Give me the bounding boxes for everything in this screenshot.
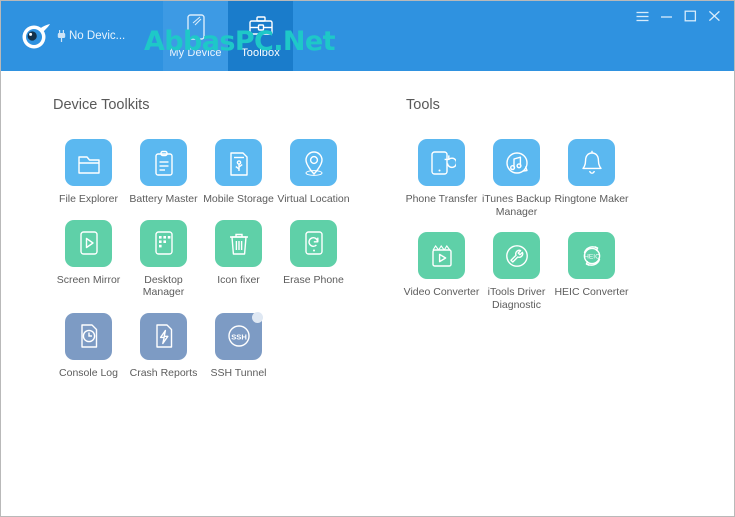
tool-tile-file-explorer[interactable]: File Explorer	[51, 139, 126, 206]
tool-tile-heic-converter[interactable]: HEIC HEIC Converter	[554, 232, 629, 311]
bell-icon	[568, 139, 615, 186]
status-badge	[252, 311, 263, 323]
tool-tile-label: iTools Driver Diagnostic	[487, 286, 546, 311]
clapperboard-icon	[418, 232, 465, 279]
svg-text:HEIC: HEIC	[584, 253, 600, 260]
ssh-circle-icon: SSH	[215, 311, 263, 360]
itools-comet-logo	[19, 21, 55, 51]
tool-tile-label: Desktop Manager	[142, 273, 185, 299]
tool-tile-ringtone-maker[interactable]: Ringtone Maker	[554, 139, 629, 218]
tools-column: Tools Phone Transfer iTunes Backup Manage…	[351, 97, 681, 393]
tool-tile-console-log[interactable]: Console Log	[51, 312, 126, 380]
phone-refresh-icon	[290, 219, 337, 267]
device-status: No Devic...	[57, 30, 125, 42]
device-toolkits-grid: File Explorer Battery Master Mobile Storag…	[51, 139, 351, 393]
tab-toolbox-label: Toolbox	[241, 47, 280, 59]
device-toolkits-column: Device Toolkits File Explorer Battery Mas…	[1, 97, 351, 393]
document-clock-icon	[65, 312, 112, 360]
folder-icon	[65, 139, 112, 186]
tool-tile-label: Icon fixer	[217, 273, 260, 286]
tool-tile-phone-transfer[interactable]: Phone Transfer	[404, 139, 479, 218]
tool-tile-label: Mobile Storage	[203, 193, 274, 205]
toolbox-icon	[247, 12, 275, 42]
minimize-button[interactable]	[654, 5, 678, 27]
music-refresh-icon	[493, 139, 540, 186]
tool-tile-icon-fixer[interactable]: Icon fixer	[201, 219, 276, 299]
tool-tile-label: Console Log	[59, 366, 118, 379]
tools-title: Tools	[406, 97, 440, 113]
tool-tile-itunes-backup-manager[interactable]: iTunes Backup Manager	[479, 139, 554, 218]
tool-tile-virtual-location[interactable]: Virtual Location	[276, 139, 351, 206]
maximize-button[interactable]	[678, 5, 702, 27]
device-toolkits-title: Device Toolkits	[53, 97, 150, 113]
tool-tile-label: iTunes Backup Manager	[481, 193, 552, 218]
tool-tile-label: Phone Transfer	[405, 193, 478, 205]
device-status-text: No Devic...	[69, 30, 126, 42]
tab-my-device[interactable]: My Device	[163, 1, 228, 71]
tool-tile-label: File Explorer	[59, 193, 118, 205]
close-button[interactable]	[702, 5, 726, 27]
tool-tile-label: Virtual Location	[277, 193, 350, 205]
tools-grid: Phone Transfer iTunes Backup Manager Ringt…	[404, 139, 681, 325]
tool-tile-mobile-storage[interactable]: Mobile Storage	[201, 139, 276, 206]
tool-tile-label: Battery Master	[129, 193, 198, 205]
tool-tile-crash-reports[interactable]: Crash Reports	[126, 312, 201, 380]
tool-tile-label: Video Converter	[403, 286, 480, 298]
tool-tile-battery-master[interactable]: Battery Master	[126, 139, 201, 206]
document-bolt-icon	[140, 312, 187, 360]
tool-tile-video-converter[interactable]: Video Converter	[404, 232, 479, 311]
phone-transfer-icon	[418, 139, 465, 186]
clipboard-icon	[140, 139, 187, 186]
trash-icon	[215, 219, 262, 267]
svg-text:SSH: SSH	[231, 332, 247, 341]
heic-convert-icon: HEIC	[568, 232, 615, 279]
brand-area: No Devic...	[1, 1, 141, 71]
window-controls	[630, 5, 726, 27]
play-screen-icon	[65, 219, 112, 267]
title-bar: No Devic... My Device Toolbox AbbasPC.Ne…	[1, 1, 734, 71]
tool-tile-label: HEIC Converter	[554, 286, 629, 298]
tool-tile-label: SSH Tunnel	[210, 366, 267, 379]
tool-tile-erase-phone[interactable]: Erase Phone	[276, 219, 351, 299]
wrench-icon	[493, 232, 540, 279]
map-pin-icon	[290, 139, 337, 186]
app-grid-icon	[140, 219, 187, 267]
tool-tile-ssh-tunnel[interactable]: SSH SSH Tunnel	[201, 311, 276, 380]
tab-my-device-label: My Device	[169, 47, 222, 59]
tab-toolbox[interactable]: Toolbox	[228, 1, 293, 71]
toolbox-content: Device Toolkits File Explorer Battery Mas…	[1, 71, 734, 393]
plug-icon	[57, 30, 66, 42]
usb-card-icon	[215, 139, 262, 186]
menu-button[interactable]	[630, 5, 654, 27]
tool-tile-label: Erase Phone	[283, 273, 344, 286]
tool-tile-screen-mirror[interactable]: Screen Mirror	[51, 219, 126, 299]
tool-tile-label: Screen Mirror	[56, 273, 121, 286]
itools-window: No Devic... My Device Toolbox AbbasPC.Ne…	[0, 0, 735, 517]
tool-tile-desktop-manager[interactable]: Desktop Manager	[126, 219, 201, 299]
tool-tile-itools-driver-diagnostic[interactable]: iTools Driver Diagnostic	[479, 232, 554, 311]
device-icon	[184, 12, 208, 42]
tool-tile-label: Ringtone Maker	[554, 193, 629, 205]
tab-bar: My Device Toolbox	[163, 1, 293, 71]
tool-tile-label: Crash Reports	[129, 366, 198, 379]
